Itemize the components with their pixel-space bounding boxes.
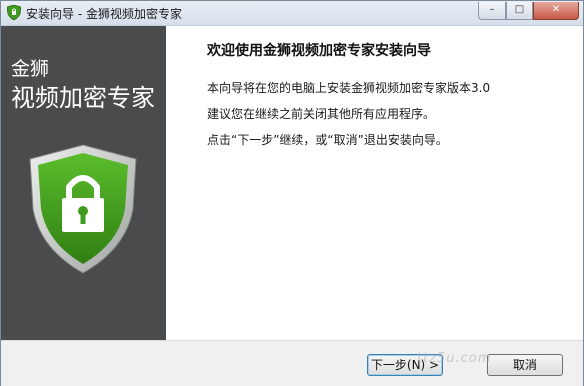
close-apps-paragraph: 建议您在继续之前关闭其他所有应用程序。 <box>207 107 436 121</box>
instructions-paragraph: 点击“下一步”继续，或“取消”退出安装向导。 <box>207 133 448 147</box>
side-banner: 金狮 视频加密专家 <box>1 26 166 340</box>
button-bar: 下一步(N) > 取消 <box>1 340 583 386</box>
title-bar[interactable]: 安装向导 - 金狮视频加密专家 – □ ✕ <box>1 1 583 26</box>
app-shield-icon <box>7 5 21 20</box>
brand-name-line1: 金狮 <box>11 58 50 80</box>
cancel-button[interactable]: 取消 <box>487 354 563 376</box>
window-title: 安装向导 - 金狮视频加密专家 <box>26 7 182 21</box>
intro-paragraph: 本向导将在您的电脑上安装金狮视频加密专家版本3.0 <box>207 81 491 95</box>
installer-window: 安装向导 - 金狮视频加密专家 – □ ✕ 金狮 视频加密专家 欢迎使用金狮视频… <box>0 0 584 386</box>
welcome-content: 欢迎使用金狮视频加密专家安装向导 本向导将在您的电脑上安装金狮视频加密专家版本3… <box>166 26 583 340</box>
maximize-button[interactable]: □ <box>506 2 533 20</box>
brand-name-line2: 视频加密专家 <box>11 84 155 112</box>
next-button[interactable]: 下一步(N) > <box>367 354 443 376</box>
welcome-heading: 欢迎使用金狮视频加密专家安装向导 <box>207 43 431 59</box>
shield-lock-icon <box>29 144 137 274</box>
minimize-button[interactable]: – <box>478 2 506 20</box>
close-button[interactable]: ✕ <box>533 2 579 20</box>
